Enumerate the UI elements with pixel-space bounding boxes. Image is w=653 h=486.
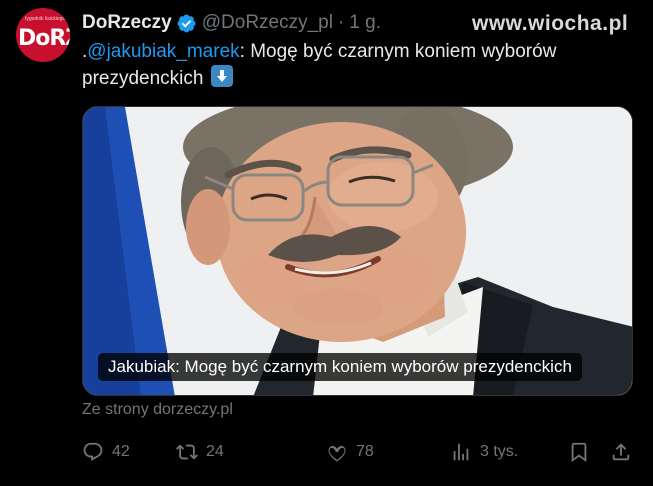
share-icon [612, 443, 630, 461]
avatar[interactable]: tygodnik lisickiego DoRZEC [16, 8, 70, 62]
author-name[interactable]: DoRzeczy [82, 12, 172, 34]
views-count: 3 tys. [480, 443, 519, 460]
reply-count: 42 [112, 443, 130, 460]
avatar-logo-text: DoRZEC [18, 26, 70, 51]
bookmark-icon [571, 442, 587, 463]
post-text: .@jakubiak_marek: Mogę być czarnym konie… [82, 38, 622, 92]
post-header: DoRzeczy @DoRzeczy_pl · 1 g. [82, 11, 381, 35]
reply-button[interactable]: 42 [82, 438, 130, 466]
watermark: www.wiocha.pl [472, 12, 629, 35]
views-icon [453, 443, 469, 461]
down-arrow-emoji-icon [210, 65, 233, 87]
like-button[interactable]: 78 [326, 438, 374, 466]
repost-button[interactable]: 24 [176, 438, 224, 466]
like-count: 78 [356, 443, 374, 460]
separator-dot: · [337, 12, 345, 33]
mention-link[interactable]: @jakubiak_marek [87, 41, 239, 62]
verified-badge-icon [176, 13, 197, 34]
link-card[interactable]: Jakubiak: Mogę być czarnym koniem wyboró… [82, 106, 633, 396]
repost-icon [176, 444, 198, 460]
reply-icon [83, 442, 103, 461]
card-caption: Jakubiak: Mogę być czarnym koniem wyboró… [98, 353, 582, 381]
bookmark-button[interactable] [568, 438, 590, 466]
share-button[interactable] [610, 438, 632, 466]
like-icon [328, 446, 346, 462]
post: tygodnik lisickiego DoRZEC DoRzeczy @DoR… [0, 0, 653, 486]
card-source[interactable]: Ze strony dorzeczy.pl [82, 401, 233, 419]
author-handle[interactable]: @DoRzeczy_pl [202, 12, 333, 34]
post-time[interactable]: 1 g. [349, 12, 381, 34]
repost-count: 24 [206, 443, 224, 460]
action-bar: 42 24 78 3 tys. [82, 438, 633, 466]
avatar-tagline: tygodnik lisickiego [25, 16, 66, 22]
views-button[interactable]: 3 tys. [450, 438, 518, 466]
